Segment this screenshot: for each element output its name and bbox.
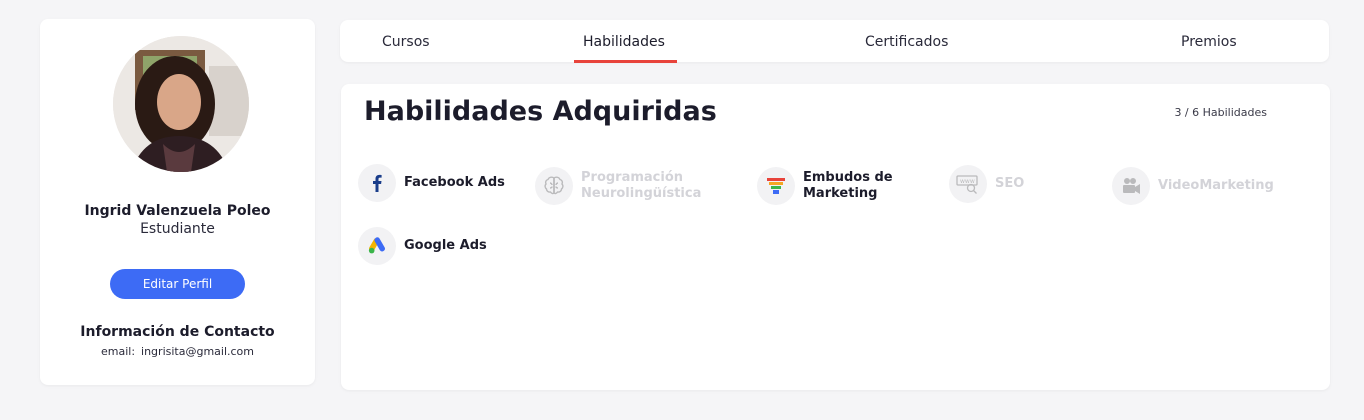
svg-text:www: www <box>960 178 975 185</box>
avatar <box>113 36 249 172</box>
tab-habilidades[interactable]: Habilidades <box>583 20 665 62</box>
tab-certificados[interactable]: Certificados <box>865 20 948 62</box>
skill-label: Facebook Ads <box>404 175 505 190</box>
video-camera-icon <box>1112 167 1150 205</box>
contact-email: email: ingrisita@gmail.com <box>40 345 315 358</box>
profile-card: Ingrid Valenzuela Poleo Estudiante Edita… <box>40 19 315 385</box>
skill-label: SEO <box>995 176 1025 191</box>
skill-facebook-ads[interactable]: Facebook Ads <box>358 164 505 202</box>
tab-premios[interactable]: Premios <box>1181 20 1237 62</box>
profile-name: Ingrid Valenzuela Poleo <box>84 203 271 219</box>
skill-programacion-neurolinguistica[interactable]: Programación Neurolingüística <box>535 167 701 205</box>
brain-icon <box>535 167 573 205</box>
profile-role: Estudiante <box>140 221 215 237</box>
email-label: email: <box>100 345 136 358</box>
tabs-bar: Cursos Habilidades Certificados Premios <box>340 20 1329 63</box>
skills-card: Habilidades Adquiridas 3 / 6 Habilidades… <box>341 84 1330 390</box>
skill-videomarketing[interactable]: VideoMarketing <box>1112 167 1274 205</box>
skill-label: Programación Neurolingüística <box>581 170 702 201</box>
skill-embudos-de-marketing[interactable]: Embudos de Marketing <box>757 167 893 205</box>
tab-cursos[interactable]: Cursos <box>382 20 430 62</box>
funnel-icon <box>757 167 795 205</box>
skill-label: VideoMarketing <box>1158 178 1274 193</box>
skills-title: Habilidades Adquiridas <box>364 96 717 127</box>
skill-google-ads[interactable]: Google Ads <box>358 227 487 265</box>
email-value: ingrisita@gmail.com <box>141 345 255 358</box>
contact-title: Información de Contacto <box>80 324 275 340</box>
active-tab-indicator <box>574 60 677 63</box>
seo-icon: www <box>949 165 987 203</box>
facebook-icon <box>358 164 396 202</box>
skill-label: Google Ads <box>404 238 487 253</box>
skill-seo[interactable]: www SEO <box>949 165 1024 203</box>
skill-label: Embudos de Marketing <box>803 170 893 201</box>
edit-profile-button[interactable]: Editar Perfil <box>110 269 245 299</box>
skills-count: 3 / 6 Habilidades <box>1174 106 1267 119</box>
google-ads-icon <box>358 227 396 265</box>
